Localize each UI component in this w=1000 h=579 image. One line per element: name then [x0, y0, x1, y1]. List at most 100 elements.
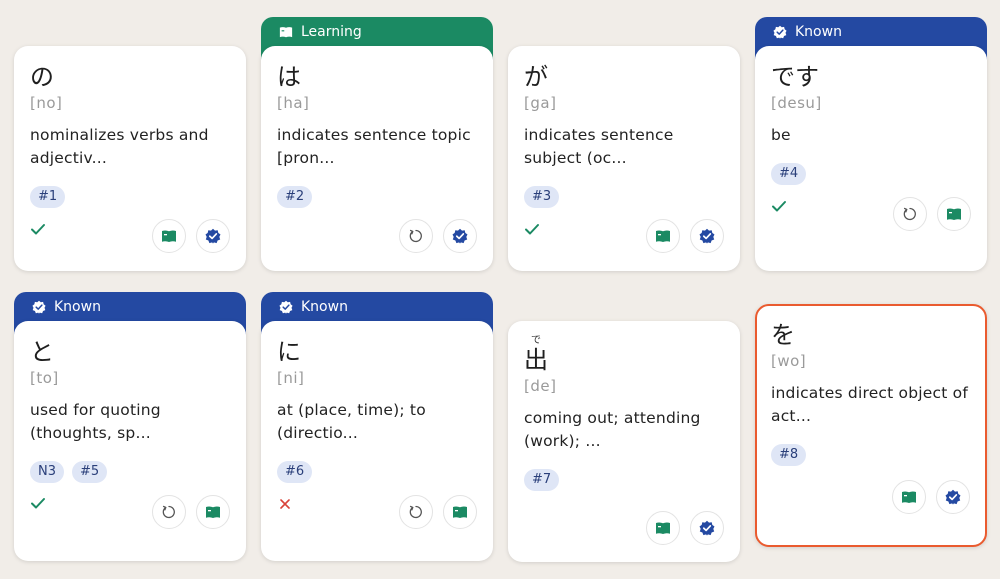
- word-kana: を: [771, 321, 795, 349]
- rank-tag: #8: [771, 444, 807, 466]
- book-icon: [279, 27, 293, 38]
- rank-tag: #6: [277, 461, 313, 483]
- banner-label: Learning: [301, 24, 362, 40]
- mark-known-button[interactable]: [196, 219, 230, 253]
- mark-learning-button[interactable]: [892, 480, 926, 514]
- tag-list: #6: [277, 461, 477, 483]
- mark-learning-button[interactable]: [196, 495, 230, 529]
- word-meaning: indicates direct object of act...: [771, 384, 968, 425]
- word-kana: の: [30, 63, 54, 91]
- book-icon: [453, 506, 467, 518]
- word-meaning: used for quoting (thoughts, sp...: [30, 401, 161, 442]
- card-actions: [893, 197, 971, 231]
- mark-learning-button[interactable]: [937, 197, 971, 231]
- furigana-word: で 出: [524, 335, 548, 373]
- mark-learning-button[interactable]: [646, 219, 680, 253]
- verified-icon: [205, 228, 221, 244]
- reset-icon: [162, 505, 175, 519]
- word-kana: に: [277, 338, 301, 366]
- book-icon: [162, 230, 176, 242]
- mark-known-button[interactable]: [443, 219, 477, 253]
- word-kana: は: [277, 63, 301, 91]
- reset-icon: [409, 229, 422, 243]
- word-card[interactable]: と [to] used for quoting (thoughts, sp...…: [14, 321, 246, 561]
- word-meaning: be: [771, 126, 791, 144]
- reset-button[interactable]: [399, 219, 433, 253]
- word-meaning: nominalizes verbs and adjectiv...: [30, 126, 209, 167]
- card-actions: [646, 511, 724, 545]
- check-icon: [525, 224, 539, 235]
- tag-list: #8: [771, 444, 971, 466]
- mark-known-button[interactable]: [936, 480, 970, 514]
- verified-icon: [32, 300, 46, 314]
- word-kana: と: [30, 338, 54, 366]
- card-actions: [399, 219, 477, 253]
- reset-button[interactable]: [399, 495, 433, 529]
- rank-tag: #7: [524, 469, 560, 491]
- word-kana: です: [771, 63, 819, 91]
- tag-list: #2: [277, 186, 477, 208]
- reset-icon: [903, 207, 916, 221]
- card-actions: [152, 495, 230, 529]
- kanji: 出: [524, 346, 548, 374]
- book-icon: [902, 491, 916, 503]
- rank-tag: #4: [771, 163, 807, 185]
- tag-list: #1: [30, 186, 230, 208]
- mark-known-button[interactable]: [690, 511, 724, 545]
- mark-known-button[interactable]: [690, 219, 724, 253]
- word-kana: が: [524, 63, 548, 91]
- verified-icon: [452, 228, 468, 244]
- jlpt-tag: N3: [30, 461, 64, 483]
- word-card-selected[interactable]: を [wo] indicates direct object of act...…: [755, 304, 987, 547]
- verified-icon: [699, 228, 715, 244]
- tag-list: #3: [524, 186, 724, 208]
- check-icon: [772, 201, 786, 212]
- book-icon: [656, 522, 670, 534]
- word-card[interactable]: の [no] nominalizes verbs and adjectiv...…: [14, 46, 246, 271]
- word-romaji: [ha]: [277, 94, 310, 112]
- tag-list: #4: [771, 163, 971, 185]
- banner-label: Known: [795, 24, 842, 40]
- card-actions: [399, 495, 477, 529]
- verified-icon: [773, 25, 787, 39]
- word-meaning: at (place, time); to (directio...: [277, 401, 426, 442]
- word-romaji: [to]: [30, 369, 59, 387]
- word-card[interactable]: に [ni] at (place, time); to (directio...…: [261, 321, 493, 561]
- word-romaji: [desu]: [771, 94, 822, 112]
- rank-tag: #2: [277, 186, 313, 208]
- banner-label: Known: [301, 299, 348, 315]
- book-icon: [206, 506, 220, 518]
- word-meaning: indicates sentence topic [pron...: [277, 126, 471, 167]
- card-actions: [646, 219, 724, 253]
- word-romaji: [ga]: [524, 94, 557, 112]
- word-card[interactable]: は [ha] indicates sentence topic [pron...…: [261, 46, 493, 271]
- mark-learning-button[interactable]: [646, 511, 680, 545]
- word-romaji: [wo]: [771, 352, 807, 370]
- book-icon: [947, 208, 961, 220]
- mark-learning-button[interactable]: [443, 495, 477, 529]
- reset-button[interactable]: [152, 495, 186, 529]
- check-icon: [31, 224, 45, 235]
- word-meaning: indicates sentence subject (oc...: [524, 126, 674, 167]
- word-card[interactable]: です [desu] be #4: [755, 46, 987, 271]
- book-icon: [656, 230, 670, 242]
- word-kanji: で 出: [524, 335, 724, 375]
- reset-icon: [409, 505, 422, 519]
- word-romaji: [no]: [30, 94, 63, 112]
- reset-button[interactable]: [893, 197, 927, 231]
- tag-list: #7: [524, 469, 724, 491]
- check-icon: [31, 498, 45, 509]
- verified-icon: [279, 300, 293, 314]
- word-meaning: coming out; attending (work); ...: [524, 409, 701, 450]
- word-card[interactable]: が [ga] indicates sentence subject (oc...…: [508, 46, 740, 271]
- verified-icon: [945, 489, 961, 505]
- card-actions: [892, 480, 970, 514]
- cross-icon: [280, 499, 290, 509]
- mark-learning-button[interactable]: [152, 219, 186, 253]
- word-romaji: [ni]: [277, 369, 305, 387]
- word-card[interactable]: で 出 [de] coming out; attending (work); .…: [508, 321, 740, 562]
- word-romaji: [de]: [524, 377, 557, 395]
- rank-tag: #3: [524, 186, 560, 208]
- rank-tag: #1: [30, 186, 66, 208]
- tag-list: N3 #5: [30, 461, 230, 483]
